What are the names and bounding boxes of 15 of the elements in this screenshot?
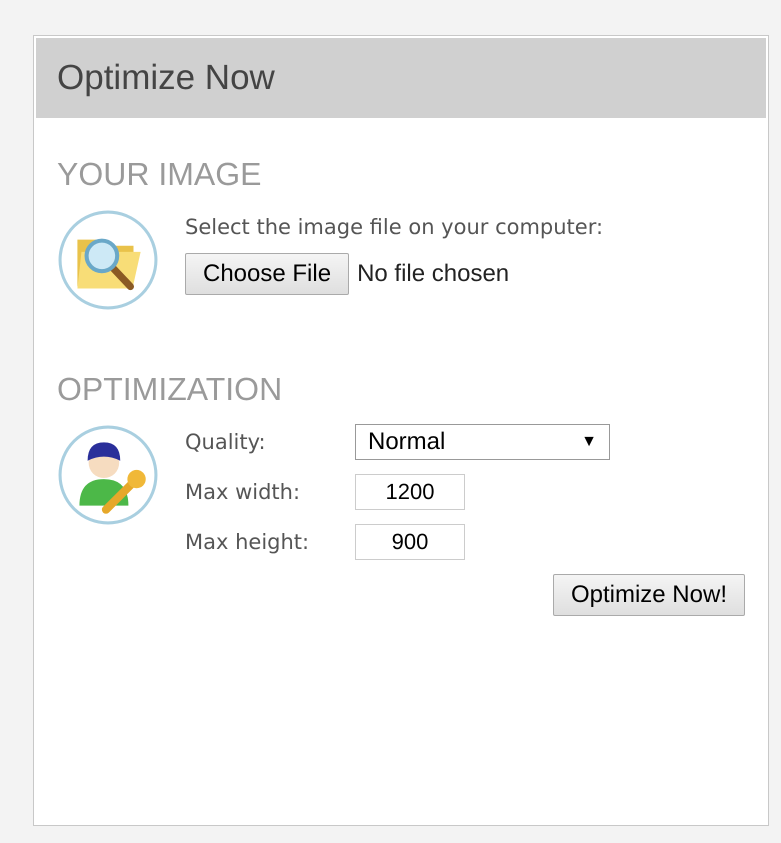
choose-file-button[interactable]: Choose File: [185, 253, 350, 295]
field-label: Max height:: [185, 530, 310, 554]
quality-dropdown[interactable]: Normal ▼: [355, 424, 610, 460]
optimize-button[interactable]: Optimize Now!: [552, 574, 745, 616]
user-wrench-icon: [57, 424, 159, 526]
file-status: No file chosen: [357, 260, 510, 288]
section-heading: OPTIMIZATION: [57, 371, 284, 408]
section-heading: YOUR IMAGE: [57, 156, 262, 193]
file-prompt: Select the image file on your computer:: [185, 215, 604, 239]
panel-title: Optimize Now: [57, 58, 275, 98]
input-field[interactable]: 1200: [355, 474, 465, 510]
field-label: Max width:: [185, 480, 302, 504]
input-field[interactable]: 900: [355, 524, 465, 560]
field-label: Quality:: [185, 430, 267, 454]
folder-search-icon: [57, 209, 159, 311]
